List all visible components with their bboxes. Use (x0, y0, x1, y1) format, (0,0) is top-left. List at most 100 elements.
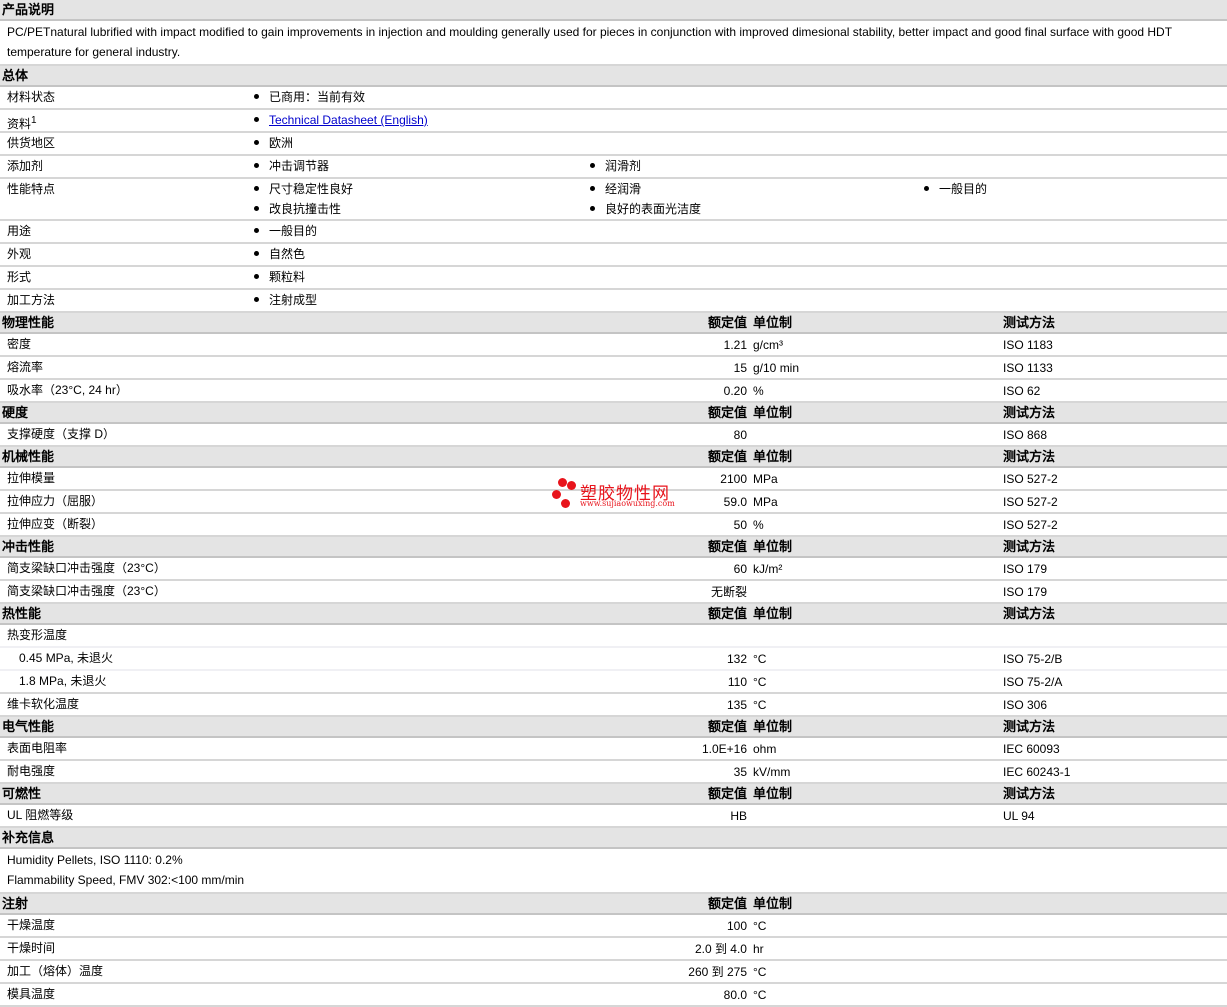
bullet-item: 欧洲 (252, 133, 588, 153)
bullet-icon (254, 163, 259, 169)
section-header: 可燃性 额定值 单位制 测试方法 (0, 784, 1227, 805)
property-label: 材料状态 (7, 87, 55, 108)
property-label-text: 添加剂 (7, 159, 44, 173)
test-method: IEC 60093 (1003, 742, 1060, 756)
property-row: 添加剂 冲击调节器 润滑剂 (0, 156, 1227, 179)
test-method: UL 94 (1003, 809, 1035, 823)
property-row: 用途 一般目的 (0, 221, 1227, 244)
property-label: 密度 (7, 337, 32, 351)
bullet-text: 尺寸稳定性良好 (269, 182, 354, 196)
property-label: 简支梁缺口冲击强度（23°C） (7, 584, 166, 598)
property-row: 资料1 Technical Datasheet (English) (0, 110, 1227, 133)
property-row: 加工方法 注射成型 (0, 290, 1227, 313)
property-value: 59.0 (723, 495, 747, 509)
section-title: 总体 (2, 68, 29, 83)
section-bullets: 总体材料状态 已商用：当前有效资料1 Technical Datasheet (En… (0, 66, 1227, 313)
property-value: 2.0 到 4.0 (694, 942, 747, 956)
bullet-icon (254, 140, 259, 146)
section-header: 注射 额定值 单位制 (0, 894, 1227, 915)
property-unit: % (753, 384, 764, 398)
bullet-item: 已商用：当前有效 (252, 87, 588, 107)
section-props: 热性能 额定值 单位制 测试方法 热变形温度 0.45 MPa, 未退火 132 °C ISO … (0, 604, 1227, 717)
bullet-item[interactable]: Technical Datasheet (English) (252, 110, 588, 130)
property-unit: hr (753, 942, 764, 956)
property-label: 加工（熔体）温度 (7, 964, 104, 978)
property-row: 0.45 MPa, 未退火 132 °C ISO 75-2/B (0, 648, 1227, 671)
bullet-item: 一般目的 (252, 221, 588, 241)
bullet-icon (590, 186, 595, 192)
bullet-icon (254, 274, 259, 280)
property-row: 干燥温度 100 °C (0, 915, 1227, 938)
column-header-method: 测试方法 (1003, 719, 1056, 734)
text-block: Humidity Pellets, ISO 1110: 0.2% Flammabi… (0, 849, 1227, 894)
section-props: 物理性能 额定值 单位制 测试方法 密度 1.21 g/cm³ ISO 1183 熔流率 15 g/… (0, 313, 1227, 403)
property-label: 1.8 MPa, 未退火 (19, 674, 107, 688)
property-unit: MPa (753, 472, 778, 486)
column-header-method: 测试方法 (1003, 539, 1056, 554)
property-row: 维卡软化温度 135 °C ISO 306 (0, 694, 1227, 717)
property-label-text: 材料状态 (7, 90, 56, 104)
test-method: ISO 179 (1003, 562, 1048, 576)
property-label: 熔流率 (7, 360, 44, 374)
bullet-text: 改良抗撞击性 (269, 202, 342, 216)
property-label: 支撑硬度（支撑 D） (7, 427, 116, 441)
property-value: 0.20 (723, 384, 747, 398)
property-value: 15 (733, 361, 747, 375)
test-method: ISO 62 (1003, 384, 1041, 398)
bullet-icon (590, 163, 595, 169)
datasheet-link[interactable]: Technical Datasheet (English) (269, 113, 428, 127)
bullet-text: 冲击调节器 (269, 159, 330, 173)
property-label-text: 外观 (7, 247, 32, 261)
property-unit: MPa (753, 495, 778, 509)
property-label: 用途 (7, 221, 31, 242)
test-method: ISO 179 (1003, 585, 1048, 599)
property-value: 1.21 (723, 338, 747, 352)
column-header-value: 额定值 (707, 786, 747, 801)
test-method: ISO 75-2/B (1003, 652, 1063, 666)
bullet-item: 颗粒料 (252, 267, 588, 287)
column-header-method: 测试方法 (1003, 315, 1056, 330)
column-header-unit: 单位制 (753, 719, 793, 734)
property-label: 模具温度 (7, 987, 56, 1001)
section-title: 冲击性能 (2, 539, 55, 554)
property-row: 熔流率 15 g/10 min ISO 1133 (0, 357, 1227, 380)
column-header-value: 额定值 (707, 539, 747, 554)
property-label: 干燥温度 (7, 918, 56, 932)
bullet-text: 注射成型 (269, 293, 318, 307)
property-row: 模具温度 80.0 °C (0, 984, 1227, 1007)
bullet-item: 润滑剂 (588, 156, 922, 176)
bullet-item: 注射成型 (252, 290, 588, 310)
property-row: 外观 自然色 (0, 244, 1227, 267)
bullet-icon (254, 251, 259, 257)
bullet-item: 一般目的 (922, 179, 1222, 199)
section-header: 硬度 额定值 单位制 测试方法 (0, 403, 1227, 424)
test-method: ISO 75-2/A (1003, 675, 1063, 689)
text-line: Flammability Speed, FMV 302:<100 mm/min (7, 873, 245, 887)
property-value: 135 (726, 698, 747, 712)
property-label-text: 性能特点 (7, 182, 56, 196)
column-header-unit: 单位制 (753, 786, 793, 801)
section-title: 产品说明 (2, 2, 55, 17)
property-row: 支撑硬度（支撑 D） 80 ISO 868 (0, 424, 1227, 447)
section-props: 硬度 额定值 单位制 测试方法 支撑硬度（支撑 D） 80 ISO 868 (0, 403, 1227, 447)
property-unit: ohm (753, 742, 777, 756)
property-label-text: 供货地区 (7, 136, 56, 150)
property-unit: kJ/m² (753, 562, 783, 576)
property-row: 供货地区 欧洲 (0, 133, 1227, 156)
property-row: 热变形温度 (0, 625, 1227, 648)
bullet-icon (254, 228, 259, 234)
property-value: 35 (733, 765, 747, 779)
property-row: UL 阻燃等级 HB UL 94 (0, 805, 1227, 828)
column-header-unit: 单位制 (753, 539, 793, 554)
test-method: ISO 527-2 (1003, 495, 1058, 509)
bullet-list: 注射成型 (252, 290, 1227, 310)
property-label: 简支梁缺口冲击强度（23°C） (7, 561, 166, 575)
property-row: 简支梁缺口冲击强度（23°C） 无断裂 ISO 179 (0, 581, 1227, 604)
bullet-icon (254, 297, 259, 303)
property-label: 外观 (7, 244, 31, 265)
section-header: 物理性能 额定值 单位制 测试方法 (0, 313, 1227, 334)
section-header: 冲击性能 额定值 单位制 测试方法 (0, 537, 1227, 558)
bullet-text: 润滑剂 (605, 159, 642, 173)
bullet-icon (254, 186, 259, 192)
bullet-list: 尺寸稳定性良好 经润滑 一般目的 改良抗撞击性 良好的表面光洁度 (252, 179, 1227, 219)
